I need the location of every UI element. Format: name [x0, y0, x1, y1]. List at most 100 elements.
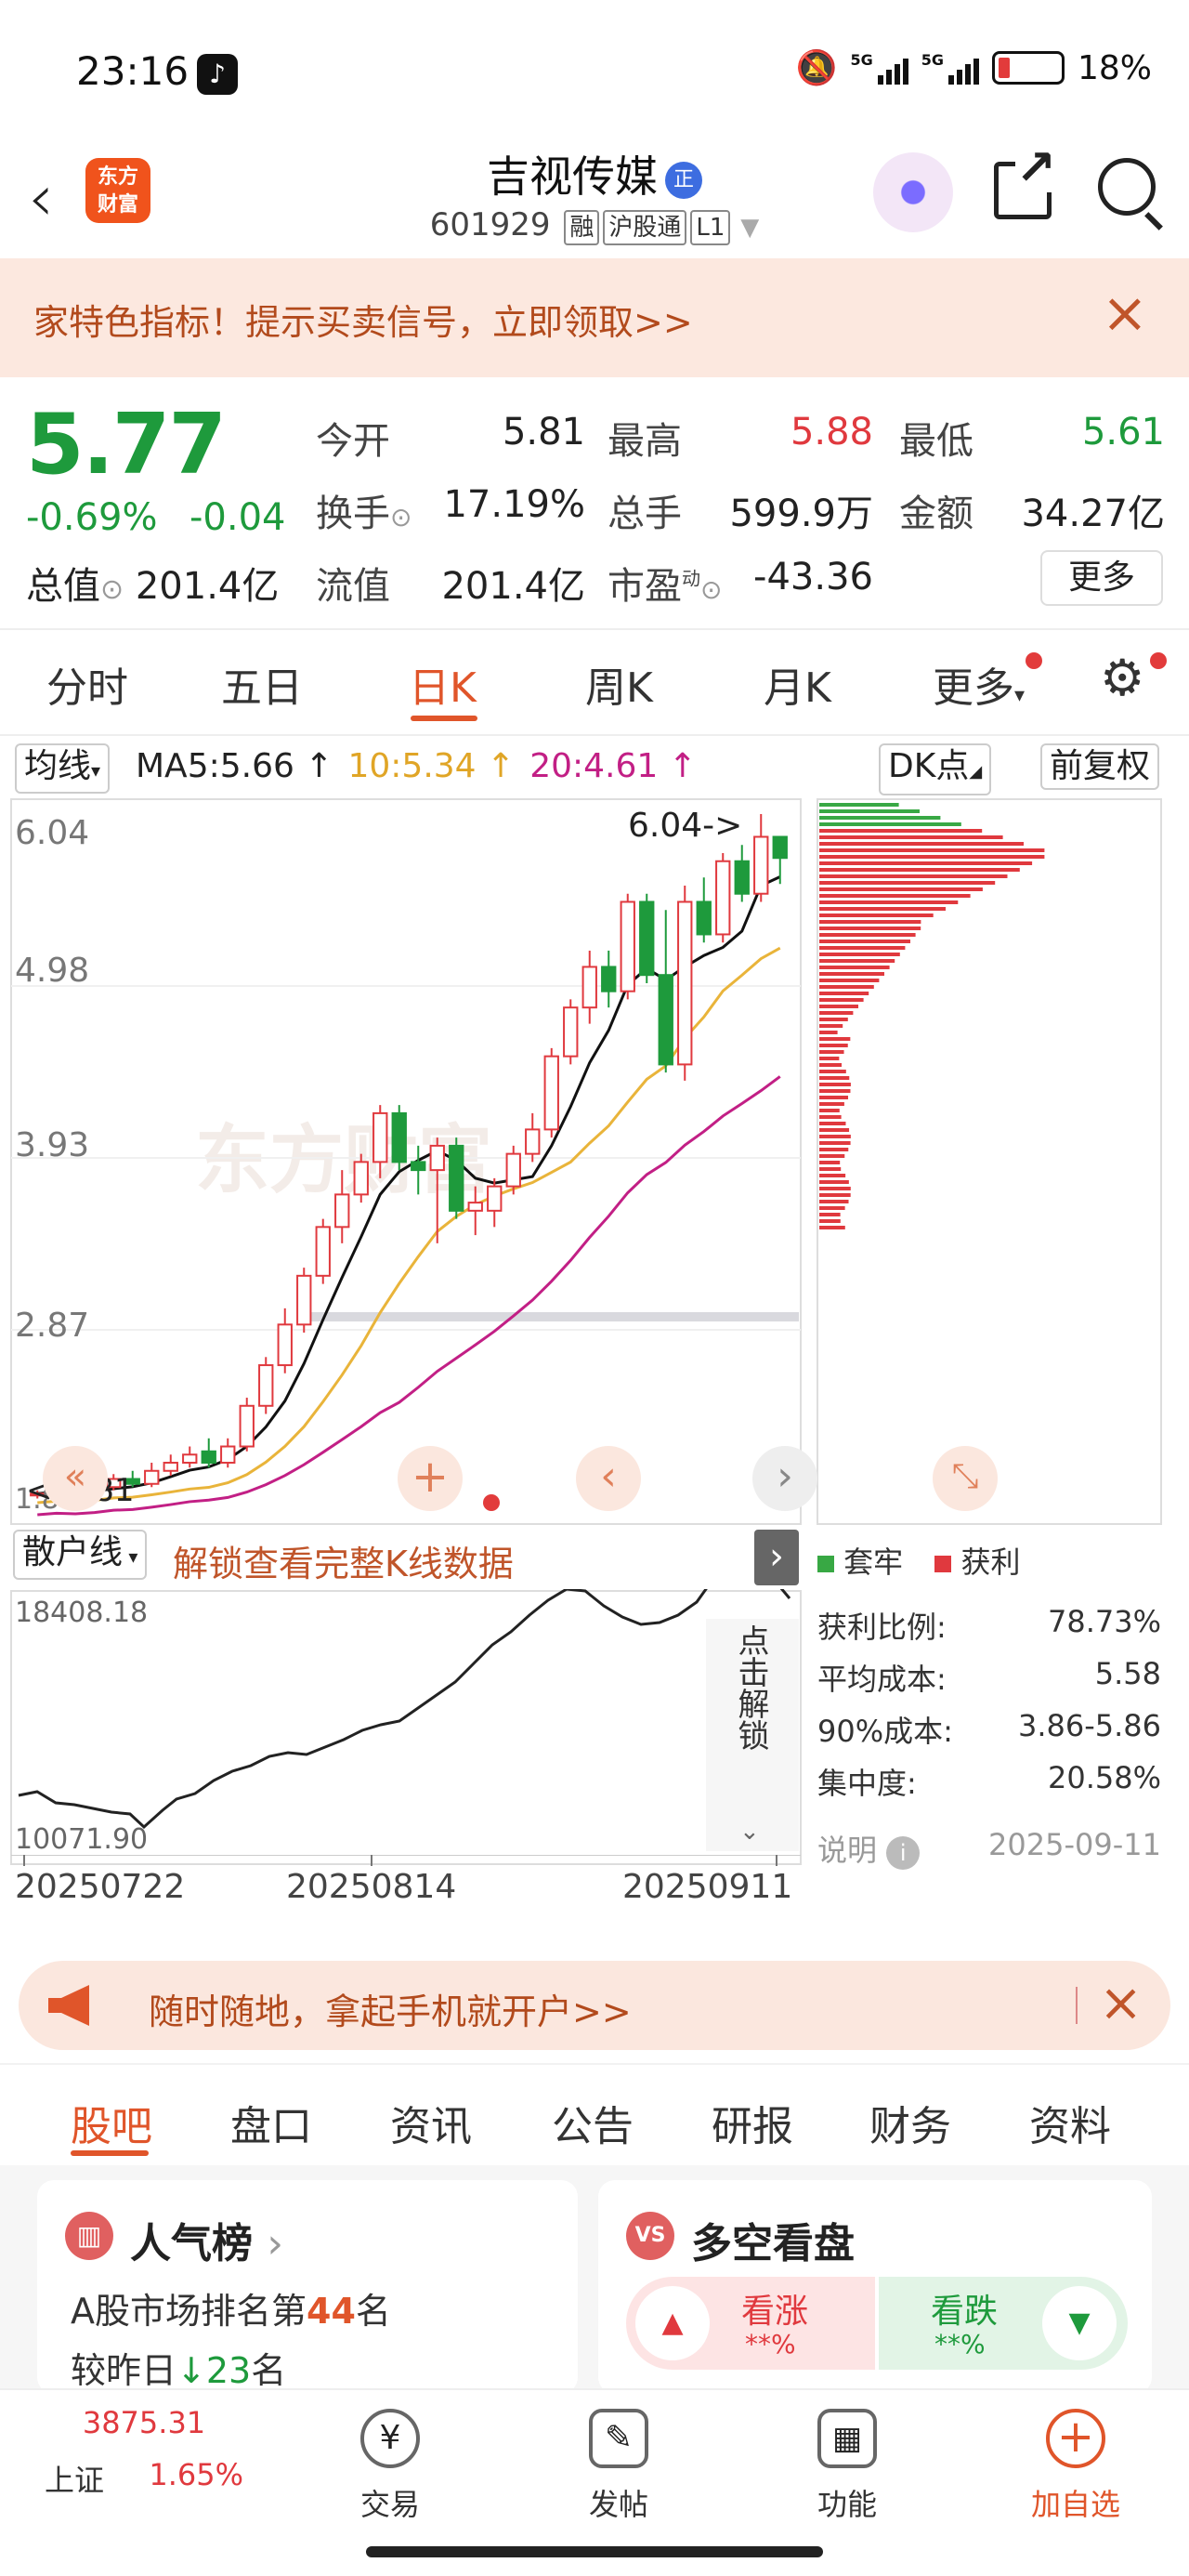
unlock-side-panel[interactable]: 点击解锁 ⌄ — [706, 1619, 799, 1851]
chip-bar — [819, 959, 895, 963]
chip-bar — [819, 927, 921, 930]
adjust-select[interactable]: 前复权 — [1040, 743, 1160, 790]
promo-text[interactable]: 家特色指标！提示买卖信号，立即领取>> — [33, 294, 693, 345]
notification-dot — [1026, 652, 1042, 669]
up-arrow-icon: ▲ — [635, 2286, 710, 2360]
chip-bar — [819, 1174, 846, 1177]
chip-bar — [819, 1063, 843, 1067]
dk-select[interactable]: DK点◢ — [879, 743, 992, 795]
amount-value: 34.27亿 — [1021, 493, 1165, 535]
assistant-avatar[interactable] — [873, 152, 953, 232]
tab-finance[interactable]: 财务 — [869, 2093, 951, 2152]
candle — [639, 900, 655, 977]
candle — [201, 1450, 216, 1465]
tab-profile[interactable]: 资料 — [1029, 2093, 1111, 2152]
popularity-card[interactable]: ▥ 人气榜 › A股市场排名第44名 较昨日↓23名 — [37, 2180, 578, 2394]
tab-daily-k[interactable]: 日K — [409, 654, 477, 714]
rewind-icon[interactable]: « — [43, 1446, 108, 1511]
tab-forum[interactable]: 股吧 — [71, 2093, 152, 2152]
add-watchlist-tab[interactable]: + 加自选 — [1001, 2409, 1150, 2524]
sub-indicator: 散户线 ▾ 解锁查看完整K线数据 › 18408.18 10071.90 点击解… — [0, 1530, 803, 1939]
share-icon[interactable] — [994, 144, 1056, 219]
total-cap: 总值⊙ 201.4亿 — [26, 565, 280, 608]
candle — [734, 860, 750, 895]
bull-button[interactable]: ▲ 看涨 **% — [626, 2277, 875, 2370]
low-value: 5.61 — [1081, 411, 1165, 453]
dropdown-icon[interactable]: ▼ — [740, 214, 759, 242]
close-icon[interactable]: × — [1099, 1972, 1143, 2035]
chip-bar — [819, 998, 864, 1002]
open-account-banner[interactable]: 随时随地，拿起手机就开户>> × — [19, 1961, 1170, 2050]
candle — [220, 1445, 236, 1465]
chip-bar — [819, 1141, 851, 1145]
sub-max-label: 18408.18 — [15, 1597, 149, 1629]
float-cap-label: 流值 — [316, 565, 390, 608]
index-quote[interactable]: 3875.31 上证 1.65% — [37, 2405, 251, 2500]
chip-bar — [819, 940, 910, 943]
chip-bar — [819, 953, 900, 956]
chip-bar — [819, 1050, 844, 1054]
sub-indicator-select[interactable]: 散户线 ▾ — [13, 1530, 148, 1580]
trade-tab[interactable]: ¥ 交易 — [316, 2409, 464, 2524]
down-arrow-icon: ▼ — [1042, 2286, 1117, 2360]
tab-more[interactable]: 更多▾ — [933, 654, 1025, 714]
banner-text[interactable]: 随时随地，拿起手机就开户>> — [149, 1983, 632, 2034]
tab-announcements[interactable]: 公告 — [552, 2093, 634, 2152]
volume-value: 599.9万 — [729, 493, 873, 535]
popularity-title[interactable]: 人气榜 › — [130, 2210, 283, 2269]
expand-icon[interactable]: ⤡ — [933, 1446, 998, 1511]
active-tab-underline — [411, 716, 477, 721]
chip-bar — [819, 1135, 851, 1138]
zoom-in-icon[interactable]: + — [398, 1446, 463, 1511]
tab-research[interactable]: 研报 — [712, 2093, 793, 2152]
chip-bar — [819, 907, 946, 911]
ma-select[interactable]: 均线▾ — [15, 743, 111, 794]
versus-icon: VS — [626, 2212, 674, 2260]
tab-weekly-k[interactable]: 周K — [585, 654, 653, 714]
chip-bar — [819, 822, 961, 826]
promo-banner[interactable]: 家特色指标！提示买卖信号，立即领取>> × — [0, 258, 1189, 377]
more-button[interactable]: 更多 — [1040, 550, 1163, 606]
kline-chart[interactable]: 东方财富 — [0, 795, 1189, 1530]
chip-bar — [819, 868, 1020, 872]
unlock-text[interactable]: 解锁查看完整K线数据 — [173, 1535, 514, 1586]
tab-intraday[interactable]: 分时 — [46, 654, 128, 714]
chip-bar — [819, 933, 916, 937]
y-tick-2: 4.98 — [15, 952, 90, 990]
next-icon[interactable]: › — [752, 1446, 817, 1511]
tab-five-day[interactable]: 五日 — [221, 654, 303, 714]
prev-icon[interactable]: ‹ — [576, 1446, 641, 1511]
search-icon[interactable] — [1098, 158, 1156, 216]
candle — [182, 1453, 198, 1465]
candle — [277, 1323, 293, 1367]
bear-button[interactable]: 看跌 **% ▼ — [879, 2277, 1128, 2370]
chip-bar — [819, 1011, 854, 1015]
info-icon: ⊙ — [100, 573, 124, 606]
signal-icon-2: 5G — [921, 51, 979, 85]
candle — [411, 1161, 426, 1172]
candle — [696, 900, 712, 936]
unlock-side-label[interactable]: 点击解锁 — [732, 1624, 771, 1751]
tab-news[interactable]: 资讯 — [390, 2093, 472, 2152]
chip-bar — [819, 1031, 838, 1034]
chip-bar — [819, 1096, 849, 1099]
tab-orderbook[interactable]: 盘口 — [230, 2093, 312, 2152]
gear-icon[interactable]: ⚙ — [1100, 649, 1144, 707]
chip-bar — [819, 1193, 851, 1197]
chevron-right-icon[interactable]: › — [754, 1530, 799, 1585]
post-tab[interactable]: ✎ 发帖 — [544, 2409, 693, 2524]
candle — [658, 974, 673, 1066]
chip-bar — [819, 1180, 849, 1184]
chip-bar — [819, 1005, 858, 1008]
low-label: 最低 — [899, 420, 973, 463]
yen-icon: ¥ — [360, 2409, 420, 2468]
chip-bar — [819, 1167, 842, 1171]
functions-tab[interactable]: ▦ 功能 — [773, 2409, 921, 2524]
tab-monthly-k[interactable]: 月K — [764, 654, 831, 714]
tiktok-icon: ♪ — [197, 54, 238, 95]
amount-label: 金额 — [899, 493, 973, 535]
chip-bar — [819, 1122, 846, 1125]
close-icon[interactable]: × — [1102, 281, 1148, 346]
chip-bar — [819, 1213, 841, 1216]
bull-bear-card[interactable]: VS 多空看盘 ▲ 看涨 **% 看跌 **% ▼ — [598, 2180, 1152, 2394]
